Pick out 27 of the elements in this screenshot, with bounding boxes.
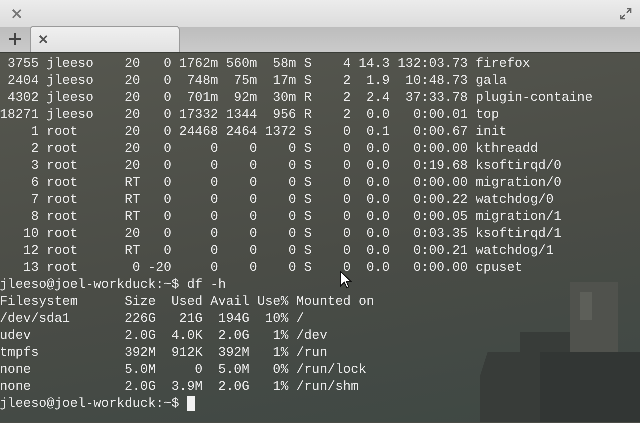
- terminal-line: none 5.0M 0 5.0M 0% /run/lock: [0, 361, 367, 378]
- terminal-line: 6 root RT 0 0 0 0 S 0 0.0 0:00.00 migration/0: [30, 174, 562, 191]
- close-icon[interactable]: [12, 8, 22, 18]
- mouse-pointer-icon: [340, 271, 352, 289]
- terminal-line: 2404 jleeso 20 0 748m 75m 17m S 2 1.9 10:48.73 gala: [6, 72, 508, 89]
- close-icon[interactable]: [39, 35, 48, 44]
- terminal-line: 18271 jleeso 20 0 17332 1344 956 R 2 0.0 0:00.01 top: [0, 106, 500, 123]
- terminal-line: 4302 jleeso 20 0 701m 92m 30m R 2 2.4 37:33.78 plugin-containe: [6, 89, 593, 106]
- terminal-line: udev 2.0G 4.0K 2.0G 1% /dev: [0, 327, 328, 344]
- terminal-line: 12 root RT 0 0 0 0 S 0 0.0 0:00.21 watchdog/1: [22, 242, 554, 259]
- maximize-icon[interactable]: [620, 8, 632, 20]
- terminal-line: 10 root 20 0 0 0 0 S 0 0.0 0:03.35 ksoftirqd/1: [22, 225, 562, 242]
- shell-prompt: jleeso@joel-workduck:~$: [0, 395, 180, 412]
- terminal-line: tmpfs 392M 912K 392M 1% /run: [0, 344, 328, 361]
- terminal-line: 8 root RT 0 0 0 0 S 0 0.0 0:00.05 migration/1: [30, 208, 562, 225]
- terminal-line: 7 root RT 0 0 0 0 S 0 0.0 0:00.22 watchdog/0: [30, 191, 554, 208]
- terminal-line: /dev/sda1 226G 21G 194G 10% /: [0, 310, 304, 327]
- new-tab-icon[interactable]: [9, 33, 21, 45]
- terminal-line: none 2.0G 3.9M 2.0G 1% /run/shm: [0, 378, 359, 395]
- shell-prompt: jleeso@joel-workduck:~$ df -h: [0, 276, 226, 293]
- terminal-line: 2 root 20 0 0 0 0 S 0 0.0 0:00.00 kthreadd: [30, 140, 538, 157]
- terminal-line: 1 root 20 0 24468 2464 1372 S 0 0.1 0:00.67 init: [30, 123, 508, 140]
- terminal-line: 13 root 0 -20 0 0 0 S 0 0.0 0:00.00 cpuset: [22, 259, 523, 276]
- terminal-line: Filesystem Size Used Avail Use% Mounted on: [0, 293, 374, 310]
- text-cursor: [187, 396, 196, 411]
- terminal-line: 3755 jleeso 20 0 1762m 560m 58m S 4 14.3 132:03.73 firefox: [6, 55, 530, 72]
- terminal-line: 3 root 20 0 0 0 0 S 0 0.0 0:19.68 ksoftirqd/0: [30, 157, 562, 174]
